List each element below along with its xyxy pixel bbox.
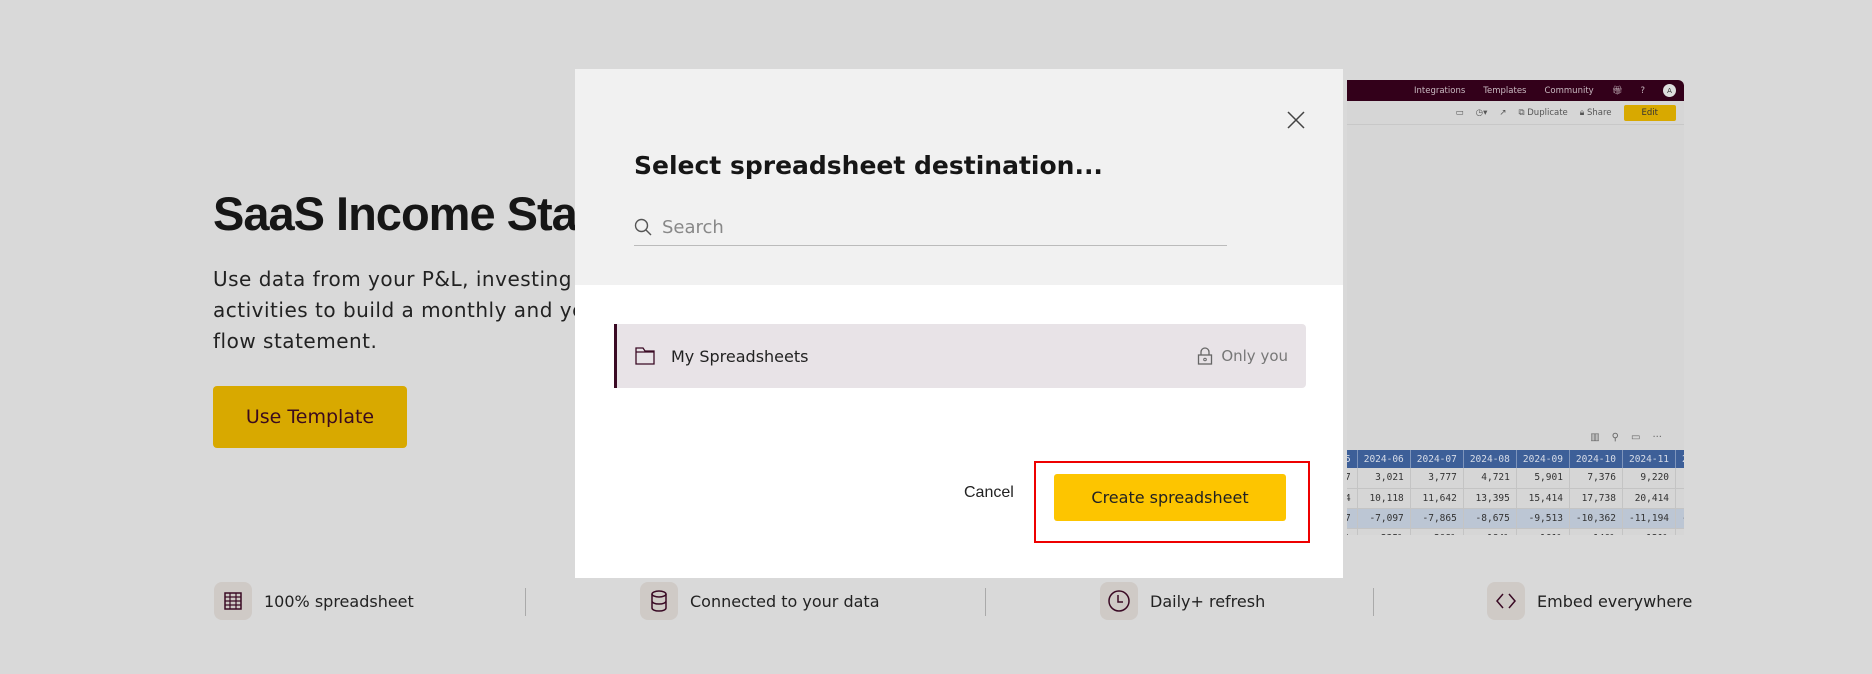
table-cell: -208% (1410, 528, 1464, 535)
feature-refresh: Daily+ refresh (1100, 582, 1265, 620)
preview-toolbar: ▭ ◷▾ ↗ ⧉ Duplicate 🔒︎ Share Edit (1347, 101, 1684, 125)
table-cell: 17,738 (1569, 488, 1623, 509)
table-cell: 5,901 (1516, 468, 1570, 489)
table-cell: 3,021 (1357, 468, 1411, 489)
table-cell: -10,362 (1569, 508, 1623, 529)
divider (985, 588, 986, 616)
more-icon: ··· (1652, 432, 1662, 443)
feature-label: Daily+ refresh (1150, 591, 1266, 611)
feature-label: 100% spreadsheet (264, 591, 414, 611)
column-header: 2024-09 (1516, 450, 1570, 468)
search-icon (634, 218, 652, 236)
table-cell: -8,675 (1463, 508, 1517, 529)
table-cell: -11,970 (1675, 508, 1684, 529)
column-header: 2024-06 (1357, 450, 1411, 468)
table-cell: 9,220 (1622, 468, 1677, 489)
code-icon (1487, 582, 1525, 620)
help-icon: ? (1640, 85, 1645, 96)
column-header: 2024-11 (1622, 450, 1677, 468)
comment-icon: ▭ (1631, 432, 1641, 443)
privacy-label: Only you (1221, 347, 1288, 365)
dialog-title: Select spreadsheet destination... (634, 151, 1103, 180)
column-header: 2024-07 (1410, 450, 1464, 468)
table-cell: 7 (1347, 508, 1358, 529)
destination-my-spreadsheets[interactable]: My Spreadsheets Only you (614, 324, 1306, 388)
table-cell: 20,414 (1622, 488, 1677, 509)
table-cell: 11,525 (1675, 468, 1684, 489)
avatar: A (1663, 84, 1676, 97)
clock-icon (1100, 582, 1138, 620)
table-cell: -11,194 (1622, 508, 1677, 529)
close-icon[interactable] (1287, 111, 1305, 129)
trend-icon: ↗ (1499, 107, 1507, 118)
search-input[interactable] (662, 216, 1202, 238)
cancel-button[interactable]: Cancel (964, 484, 1014, 502)
folder-icon (635, 347, 655, 365)
history-icon: ◷▾ (1475, 107, 1488, 118)
table-row: 7-7,097-7,865-8,675-9,513-10,362-11,194-… (1347, 508, 1684, 529)
table-icon (214, 582, 252, 620)
feature-label: Embed everywhere (1537, 591, 1693, 611)
search-icon: ⚲ (1611, 432, 1619, 443)
dialog-header: Select spreadsheet destination... (575, 69, 1343, 285)
search-field[interactable] (634, 209, 1227, 246)
feature-label: Connected to your data (690, 591, 880, 611)
table-cell: 3,777 (1410, 468, 1464, 489)
feature-spreadsheet: 100% spreadsheet (214, 582, 414, 620)
table-cell: 4 (1347, 488, 1358, 509)
table-cell: 10,118 (1357, 488, 1411, 509)
select-destination-dialog: Select spreadsheet destination... My Spr… (575, 69, 1343, 578)
table-cell: -9,513 (1516, 508, 1570, 529)
table-row: 73,0213,7774,7215,9017,3769,22011,525 (1347, 468, 1684, 489)
table-cell: -140% (1569, 528, 1623, 535)
table-cell: -104% (1675, 528, 1684, 535)
comment-icon: ▭ (1455, 107, 1464, 118)
table-row: 410,11811,64213,39515,41417,73820,41423,… (1347, 488, 1684, 509)
duplicate-label: Duplicate (1527, 107, 1568, 118)
privacy-badge: Only you (1197, 347, 1288, 365)
create-spreadsheet-button[interactable]: Create spreadsheet (1054, 474, 1286, 521)
template-preview: Integrations Templates Community 🎁︎ ? A … (1347, 80, 1684, 535)
column-header: 2024-12 (1675, 450, 1684, 468)
feature-data: Connected to your data (640, 582, 880, 620)
column-header: 5 (1347, 450, 1358, 468)
lock-icon (1198, 347, 1213, 365)
table-cell: 15,414 (1516, 488, 1570, 509)
nav-integrations: Integrations (1414, 85, 1466, 96)
grid-tools: ▥ ⚲ ▭ ··· (1590, 432, 1662, 443)
divider (1373, 588, 1374, 616)
table-row: %-235%-208%-184%-161%-140%-121%-104% (1347, 528, 1684, 535)
table-cell: -121% (1622, 528, 1677, 535)
table-cell: -184% (1463, 528, 1517, 535)
preview-table: 5 2024-06 2024-07 2024-08 2024-09 2024-10 2024… (1347, 450, 1684, 535)
destination-label: My Spreadsheets (671, 346, 809, 366)
feature-embed: Embed everywhere (1487, 582, 1692, 620)
table-cell: 4,721 (1463, 468, 1517, 489)
table-cell: 23,495 (1675, 488, 1684, 509)
edit-button: Edit (1623, 104, 1676, 121)
nav-templates: Templates (1483, 85, 1527, 96)
column-header: 2024-10 (1569, 450, 1623, 468)
table-cell: % (1347, 528, 1358, 535)
columns-icon: ▥ (1590, 432, 1600, 443)
share-button: 🔒︎ Share (1579, 107, 1612, 118)
gift-icon: 🎁︎ (1611, 85, 1623, 96)
use-template-button[interactable]: Use Template (213, 386, 407, 448)
table-cell: -7,865 (1410, 508, 1464, 529)
preview-topbar: Integrations Templates Community 🎁︎ ? A (1347, 80, 1684, 101)
nav-community: Community (1544, 85, 1594, 96)
table-cell: 11,642 (1410, 488, 1464, 509)
column-header: 2024-08 (1463, 450, 1517, 468)
share-label: Share (1587, 107, 1612, 118)
table-cell: 13,395 (1463, 488, 1517, 509)
duplicate-button: ⧉ Duplicate (1518, 107, 1568, 118)
close-button[interactable] (1287, 105, 1305, 136)
divider (525, 588, 526, 616)
table-cell: 7,376 (1569, 468, 1623, 489)
table-cell: -7,097 (1357, 508, 1411, 529)
table-cell: -161% (1516, 528, 1570, 535)
database-icon (640, 582, 678, 620)
table-cell: -235% (1357, 528, 1411, 535)
table-cell: 7 (1347, 468, 1358, 489)
